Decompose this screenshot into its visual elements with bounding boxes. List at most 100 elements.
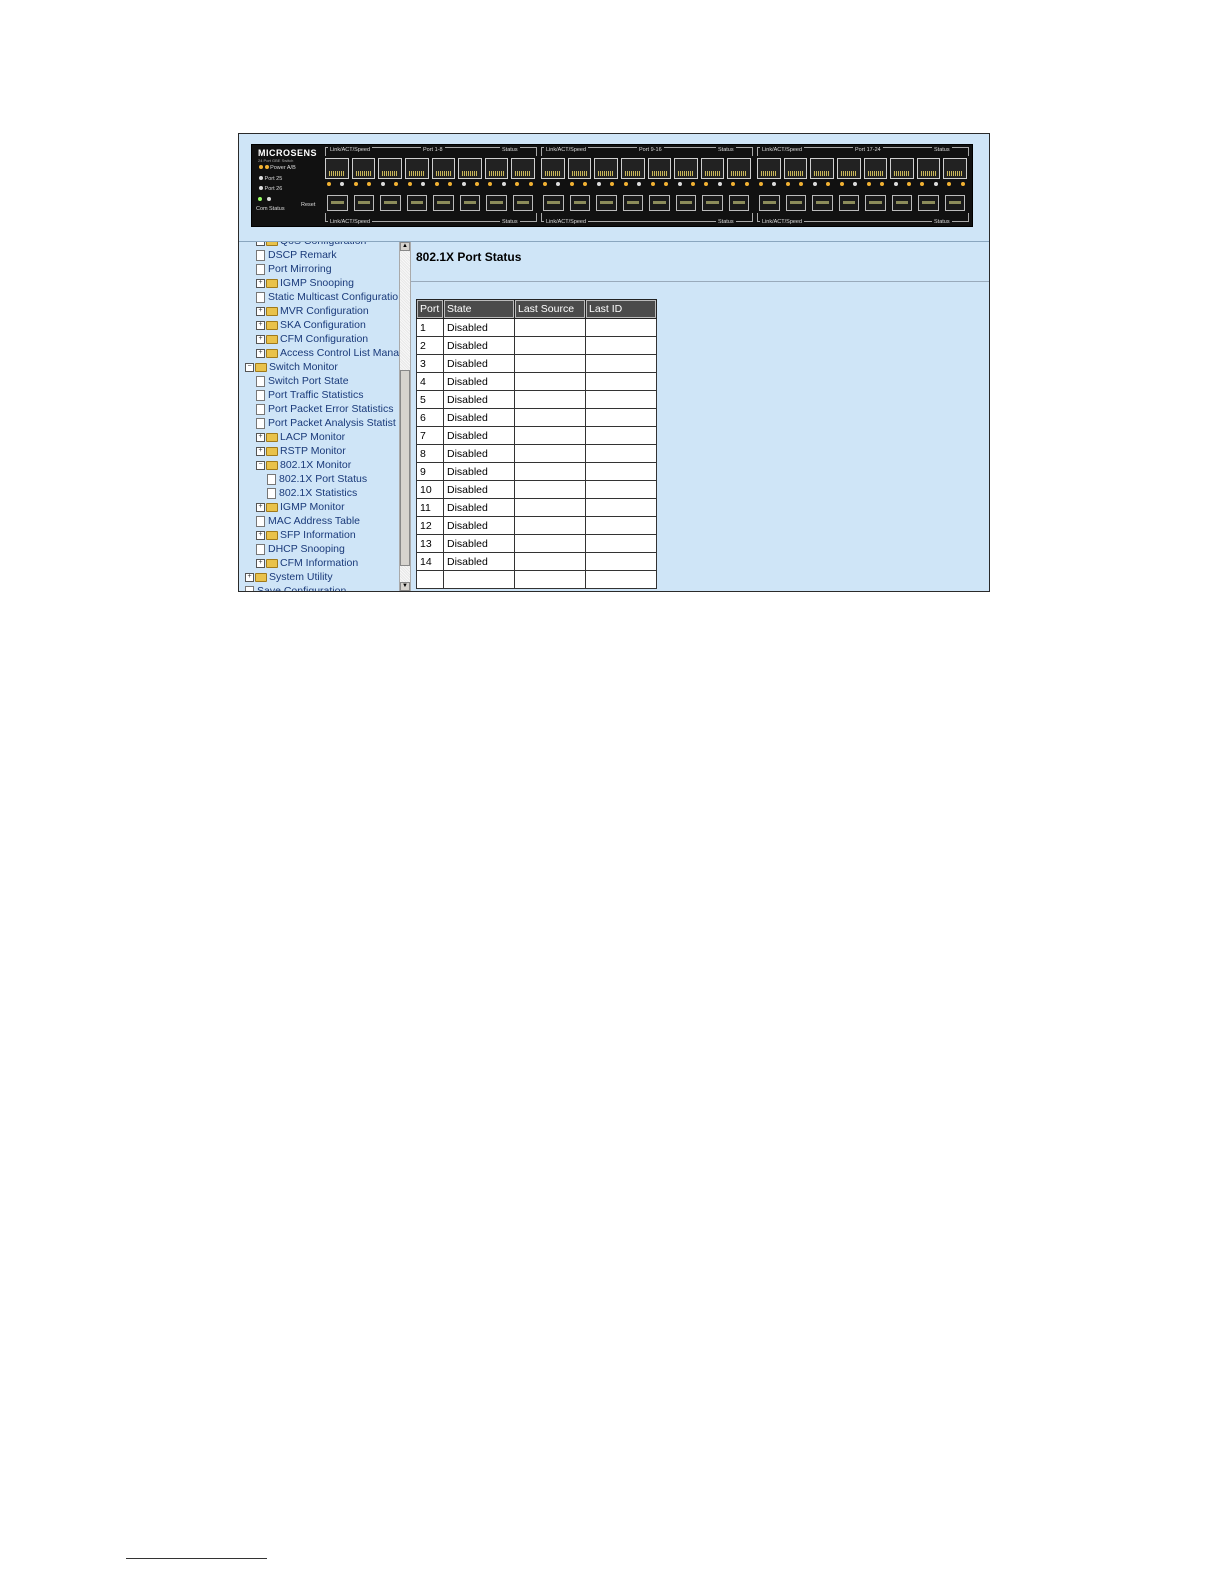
port25-indicator[interactable]: Port 25 [259, 176, 282, 182]
scroll-up-button[interactable]: ▲ [400, 242, 410, 251]
sfp-port-icon[interactable] [433, 195, 454, 211]
rj45-port-icon[interactable] [484, 158, 509, 179]
collapse-icon[interactable]: − [245, 362, 254, 372]
sfp-port-icon[interactable] [865, 195, 886, 211]
reset-button[interactable]: Reset [301, 202, 315, 208]
tree-item[interactable]: + CFM Information [256, 557, 358, 570]
tree-item[interactable]: + SKA Configuration [256, 319, 366, 332]
tree-item[interactable]: MAC Address Table [256, 515, 360, 528]
sfp-port-icon[interactable] [380, 195, 401, 211]
sfp-port-icon[interactable] [486, 195, 507, 211]
tree-item[interactable]: + CFM Configuration [256, 333, 368, 346]
rj45-port-icon[interactable] [757, 158, 781, 179]
sfp-port-icon[interactable] [596, 195, 617, 211]
sfp-port-icon[interactable] [759, 195, 780, 211]
rj45-port-icon[interactable] [727, 158, 751, 179]
sfp-port-icon[interactable] [891, 195, 912, 211]
tree-item[interactable]: + MVR Configuration [256, 305, 369, 318]
sfp-port-icon[interactable] [353, 195, 374, 211]
expand-icon[interactable]: + [256, 320, 265, 330]
expand-icon[interactable]: + [256, 348, 265, 358]
expand-icon[interactable]: + [256, 242, 265, 246]
sfp-port-icon[interactable] [812, 195, 833, 211]
rj45-port-icon[interactable] [700, 158, 725, 179]
rj45-port-row [541, 158, 751, 179]
rj45-port-icon[interactable] [567, 158, 592, 179]
tree-item[interactable]: + IGMP Snooping [256, 277, 354, 290]
tree-item[interactable]: Port Packet Analysis Statist [256, 417, 396, 430]
sfp-port-icon[interactable] [622, 195, 643, 211]
tree-item[interactable]: + LACP Monitor [256, 431, 345, 444]
tree-item[interactable]: DSCP Remark [256, 249, 337, 262]
expand-icon[interactable]: + [256, 558, 265, 568]
rj45-port-icon[interactable] [541, 158, 565, 179]
rj45-port-icon[interactable] [836, 158, 861, 179]
rj45-port-icon[interactable] [458, 158, 482, 179]
tree-item[interactable]: + Access Control List Manage [256, 347, 399, 360]
sfp-port-icon[interactable] [459, 195, 480, 211]
tree-item[interactable]: Port Traffic Statistics [256, 389, 364, 402]
sfp-port-icon[interactable] [728, 195, 749, 211]
tree-item[interactable]: + QoS Configuration [256, 242, 366, 248]
sfp-port-icon[interactable] [406, 195, 427, 211]
rj45-port-icon[interactable] [916, 158, 941, 179]
rj45-port-icon[interactable] [351, 158, 376, 179]
sfp-port-icon[interactable] [944, 195, 965, 211]
collapse-icon[interactable]: − [256, 460, 265, 470]
tree-item[interactable]: Port Packet Error Statistics [256, 403, 393, 416]
expand-icon[interactable]: + [256, 446, 265, 456]
tree-scrollbar[interactable]: ▲ ▼ [399, 242, 411, 591]
tree-item[interactable]: + SFP Information [256, 529, 356, 542]
tree-item[interactable]: Port Mirroring [256, 263, 332, 276]
rj45-port-icon[interactable] [943, 158, 967, 179]
rj45-port-icon[interactable] [594, 158, 618, 179]
expand-icon[interactable]: + [256, 530, 265, 540]
rj45-port-icon[interactable] [378, 158, 402, 179]
rj45-port-icon[interactable] [810, 158, 834, 179]
sfp-port-icon[interactable] [512, 195, 533, 211]
tree-item[interactable]: Static Multicast Configuratio [256, 291, 398, 304]
rj45-port-icon[interactable] [783, 158, 808, 179]
sfp-port-icon[interactable] [785, 195, 806, 211]
tree-item[interactable]: 802.1X Port Status [267, 473, 367, 486]
expand-icon[interactable]: + [256, 502, 265, 512]
rj45-port-icon[interactable] [511, 158, 535, 179]
rj45-port-icon[interactable] [620, 158, 645, 179]
sfp-port-icon[interactable] [675, 195, 696, 211]
port26-label: Port 26 [264, 186, 283, 192]
sfp-port-icon[interactable] [838, 195, 859, 211]
tree-item[interactable]: Save Configuration [245, 585, 346, 591]
tree-item[interactable]: + RSTP Monitor [256, 445, 346, 458]
rj45-port-icon[interactable] [890, 158, 914, 179]
expand-icon[interactable]: + [256, 334, 265, 344]
sfp-port-icon[interactable] [327, 195, 348, 211]
tree-item[interactable]: 802.1X Statistics [267, 487, 357, 500]
tree-item-label: Switch Monitor [269, 361, 338, 373]
sfp-port-icon[interactable] [918, 195, 939, 211]
rj45-port-icon[interactable] [325, 158, 349, 179]
tree-item[interactable]: + IGMP Monitor [256, 501, 345, 514]
sfp-port-icon[interactable] [543, 195, 564, 211]
rj45-port-icon[interactable] [863, 158, 888, 179]
sfp-port-icon[interactable] [702, 195, 723, 211]
sfp-port-icon[interactable] [649, 195, 670, 211]
tree-item[interactable]: Switch Port State [256, 375, 349, 388]
rj45-port-icon[interactable] [431, 158, 456, 179]
rj45-port-icon[interactable] [647, 158, 672, 179]
expand-icon[interactable]: + [256, 432, 265, 442]
rj45-port-icon[interactable] [674, 158, 698, 179]
tree-item[interactable]: + System Utility [245, 571, 333, 584]
sfp-port-icon[interactable] [569, 195, 590, 211]
tree-item[interactable]: − Switch Monitor [245, 361, 338, 374]
expand-icon[interactable]: + [256, 306, 265, 316]
rj45-port-icon[interactable] [404, 158, 429, 179]
port26-indicator[interactable]: Port 26 [259, 186, 282, 192]
tree-item[interactable]: − 802.1X Monitor [256, 459, 351, 472]
expand-icon[interactable]: + [245, 572, 254, 582]
scroll-thumb[interactable] [400, 370, 410, 566]
expand-icon[interactable]: + [256, 278, 265, 288]
table-row: 5 Disabled [416, 390, 657, 409]
scroll-down-button[interactable]: ▼ [400, 582, 410, 591]
port-led-icon [920, 182, 925, 186]
tree-item[interactable]: DHCP Snooping [256, 543, 345, 556]
